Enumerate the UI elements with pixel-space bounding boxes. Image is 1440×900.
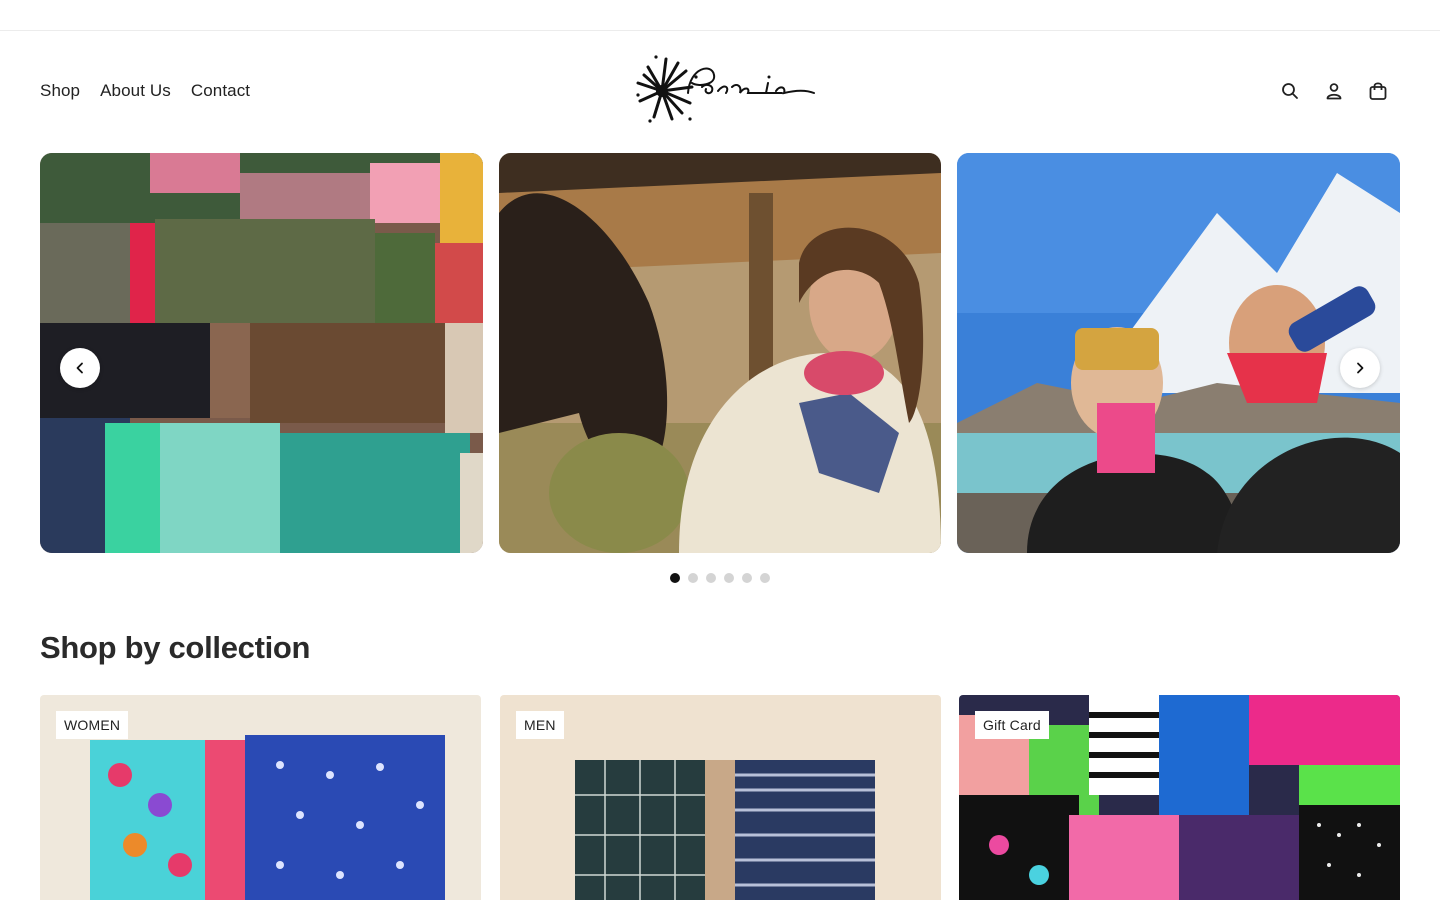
cart-icon[interactable]: [1366, 79, 1390, 103]
nav-shop-link[interactable]: Shop: [40, 81, 80, 101]
carousel-dot-3[interactable]: [706, 573, 716, 583]
site-header: Shop About Us Contact: [0, 31, 1440, 153]
carousel-dot-2[interactable]: [688, 573, 698, 583]
carousel-prev-button[interactable]: [60, 348, 100, 388]
collection-card-gift-card[interactable]: Gift Card: [959, 695, 1400, 900]
announcement-bar: [0, 0, 1440, 31]
carousel-dot-6[interactable]: [760, 573, 770, 583]
carousel-dot-1[interactable]: [670, 573, 680, 583]
collection-card-men[interactable]: MEN: [500, 695, 941, 900]
carousel-dot-5[interactable]: [742, 573, 752, 583]
sunburst-logo-icon: [636, 55, 815, 123]
carousel-next-button[interactable]: [1340, 348, 1380, 388]
collections-heading: Shop by collection: [40, 630, 311, 665]
main-nav: Shop About Us Contact: [40, 81, 250, 101]
mountain-selfie-image-icon: [957, 153, 1400, 553]
carousel-pagination: [670, 573, 770, 583]
collection-card-women[interactable]: WOMEN: [40, 695, 481, 900]
collection-grid: WOMEN MEN Gift Card: [40, 695, 1400, 900]
collection-label-women: WOMEN: [56, 711, 129, 739]
chevron-right-icon: [1357, 362, 1364, 374]
carousel-slide-mountain[interactable]: [957, 153, 1400, 553]
nav-contact-link[interactable]: Contact: [191, 81, 250, 101]
carousel-dot-4[interactable]: [724, 573, 734, 583]
collection-label-men: MEN: [516, 711, 564, 739]
woman-with-mule-image-icon: [499, 153, 941, 553]
men-collection-image-icon: [500, 695, 941, 900]
chevron-left-icon: [76, 362, 83, 374]
fabric-stack-image-icon: [40, 153, 483, 553]
search-icon[interactable]: [1278, 79, 1302, 103]
collection-label-gift-card: Gift Card: [975, 711, 1049, 739]
carousel-slide-mule[interactable]: [499, 153, 941, 553]
header-icons: [1278, 79, 1390, 103]
account-icon[interactable]: [1322, 79, 1346, 103]
carousel-slide-fabrics[interactable]: [40, 153, 483, 553]
image-carousel: [40, 153, 1400, 553]
nav-about-link[interactable]: About Us: [100, 81, 171, 101]
site-logo[interactable]: [632, 53, 818, 129]
